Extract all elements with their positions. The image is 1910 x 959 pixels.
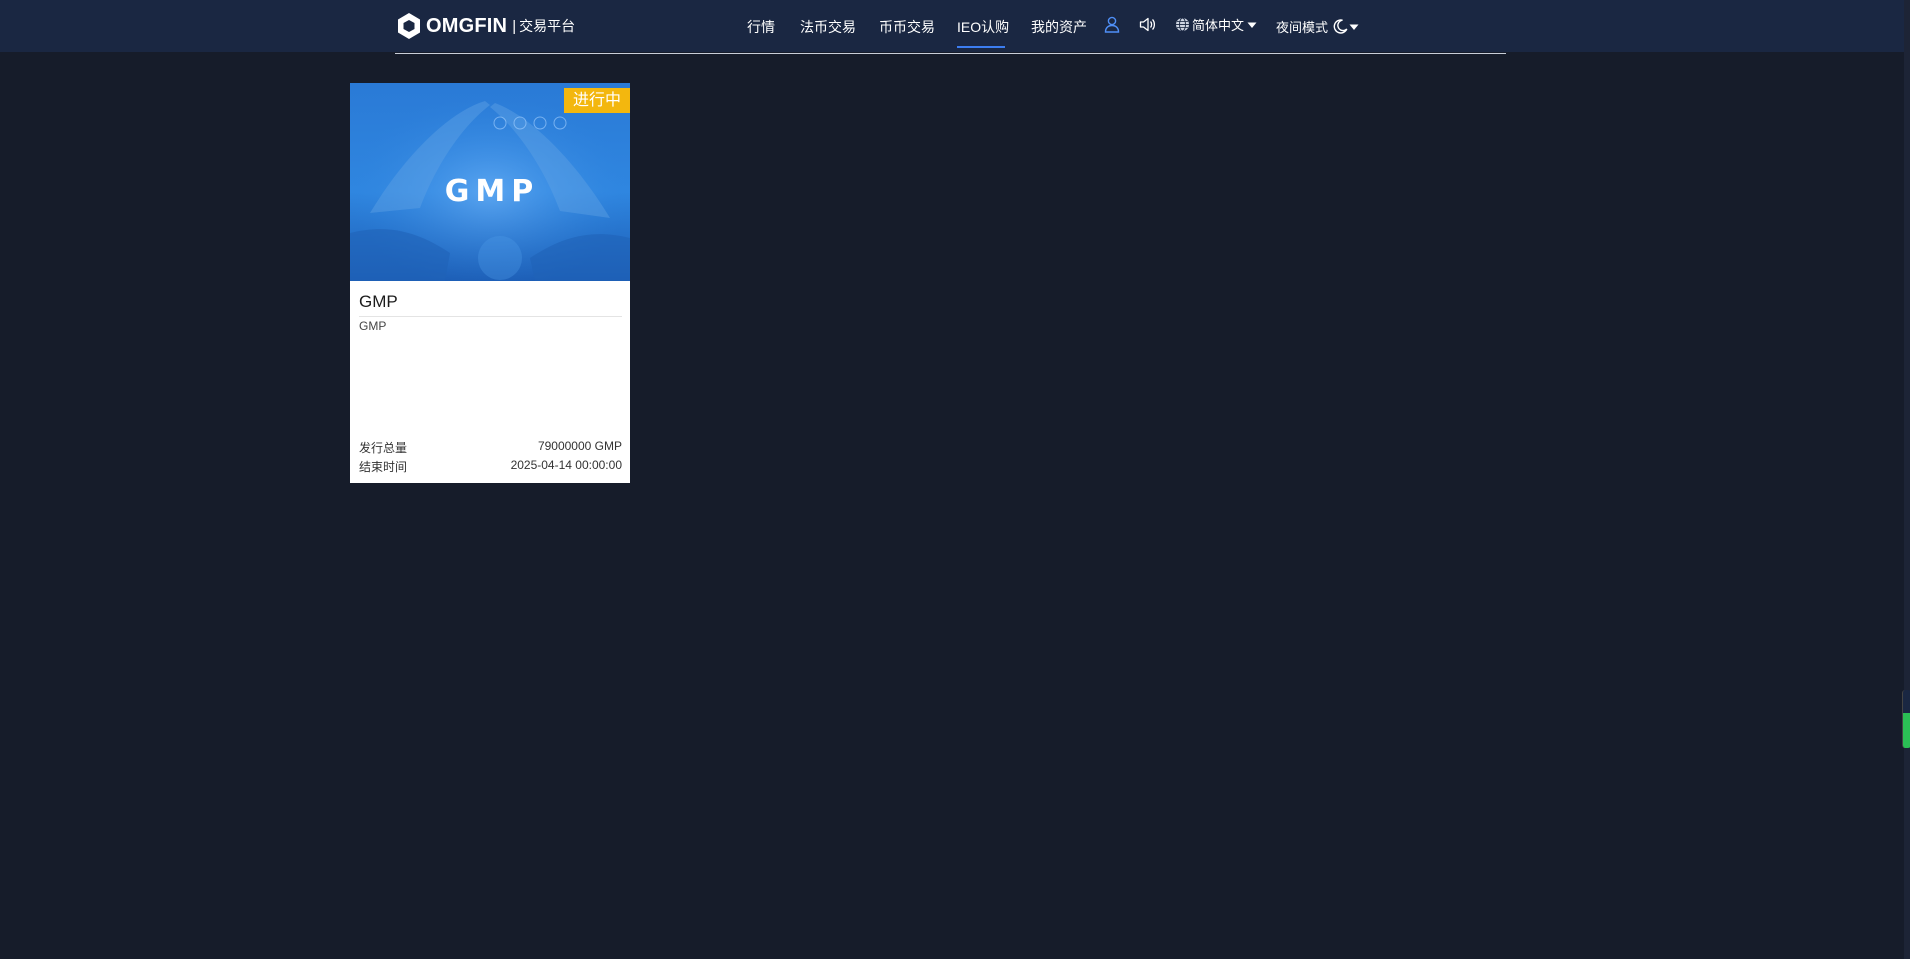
nav-my-assets[interactable]: 我的资产 bbox=[1031, 17, 1087, 37]
nav-ieo[interactable]: IEO认购 bbox=[957, 17, 1009, 37]
total-supply-label: 发行总量 bbox=[359, 441, 408, 455]
user-icon[interactable] bbox=[1104, 16, 1120, 33]
language-selector[interactable]: 简体中文 bbox=[1175, 15, 1257, 34]
top-navigation-bar bbox=[0, 0, 1904, 52]
end-time-value: 2025-04-14 00:00:00 bbox=[510, 458, 622, 472]
total-supply-row: 发行总量 79000000 GMP bbox=[359, 439, 622, 456]
caret-down-icon bbox=[1247, 22, 1257, 28]
end-time-row: 结束时间 2025-04-14 00:00:00 bbox=[359, 458, 622, 475]
brand-subtitle: 交易平台 bbox=[519, 18, 576, 34]
scrollbar-track[interactable] bbox=[1904, 0, 1910, 959]
card-divider bbox=[359, 316, 622, 317]
brand-logo[interactable]: OMGFIN | 交易平台 bbox=[395, 11, 575, 41]
project-description: GMP bbox=[359, 319, 387, 333]
language-label: 简体中文 bbox=[1192, 18, 1245, 33]
project-title: GMP bbox=[359, 292, 398, 311]
caret-down-icon bbox=[1349, 24, 1359, 30]
side-widget-handle[interactable] bbox=[1902, 690, 1910, 748]
moon-icon bbox=[1333, 19, 1348, 34]
speaker-icon[interactable] bbox=[1139, 17, 1157, 32]
ieo-project-card[interactable]: GMP 进行中 GMP GMP 发行总量 79000000 GMP 结束时间 2… bbox=[350, 83, 630, 483]
banner-text: GMP bbox=[445, 174, 539, 209]
night-mode-toggle[interactable]: 夜间模式 bbox=[1276, 17, 1359, 36]
status-badge: 进行中 bbox=[563, 88, 630, 113]
nav-fiat-trade[interactable]: 法币交易 bbox=[800, 17, 856, 37]
brand-name: OMGFIN bbox=[426, 14, 508, 37]
total-supply-value: 79000000 GMP bbox=[537, 439, 622, 453]
active-nav-indicator bbox=[957, 46, 1005, 48]
nav-spot-trade[interactable]: 币币交易 bbox=[879, 17, 935, 37]
header-divider bbox=[395, 53, 1506, 54]
omgfin-logo-icon bbox=[398, 13, 420, 39]
brand-separator: | bbox=[512, 17, 517, 35]
globe-icon bbox=[1176, 17, 1189, 32]
night-mode-label: 夜间模式 bbox=[1276, 20, 1329, 35]
end-time-label: 结束时间 bbox=[359, 460, 408, 474]
nav-market[interactable]: 行情 bbox=[747, 17, 775, 37]
